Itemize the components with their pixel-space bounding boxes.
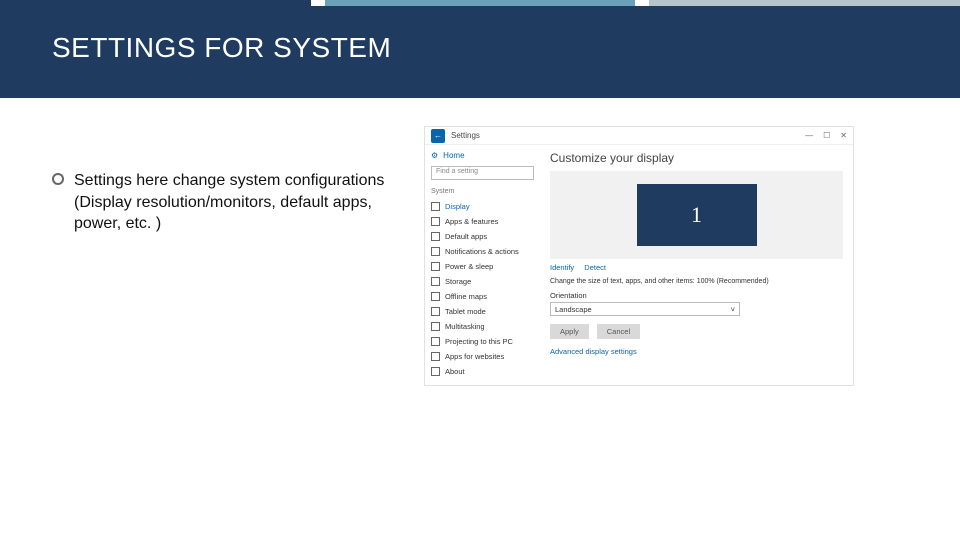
sidebar-category: System — [431, 188, 534, 195]
chevron-down-icon: ˅ — [731, 305, 735, 314]
sidebar-item-label: Apps for websites — [445, 352, 504, 361]
nav-icon — [431, 292, 440, 301]
sidebar-item-label: Display — [445, 202, 470, 211]
advanced-link[interactable]: Advanced display settings — [550, 347, 843, 356]
monitor-1[interactable]: 1 — [637, 184, 757, 246]
nav-icon — [431, 262, 440, 271]
content-pane: Customize your display 1 Identify Detect… — [540, 145, 853, 385]
sidebar-item-apps-features[interactable]: Apps & features — [431, 214, 534, 229]
sidebar-item-label: Default apps — [445, 232, 487, 241]
sidebar-item-label: Multitasking — [445, 322, 485, 331]
sidebar-item-notifications-actions[interactable]: Notifications & actions — [431, 244, 534, 259]
sidebar-home[interactable]: ⚙ Home — [431, 151, 534, 160]
bullet-main: Settings here change system configuratio… — [74, 170, 384, 192]
slide-text-block: Settings here change system configuratio… — [52, 126, 412, 386]
sidebar-item-projecting-to-this-pc[interactable]: Projecting to this PC — [431, 334, 534, 349]
nav-icon — [431, 322, 440, 331]
bullet-icon — [52, 173, 64, 185]
sidebar-item-tablet-mode[interactable]: Tablet mode — [431, 304, 534, 319]
orientation-value: Landscape — [555, 305, 592, 314]
sidebar-item-label: Apps & features — [445, 217, 498, 226]
sidebar-item-label: About — [445, 367, 465, 376]
sidebar-item-storage[interactable]: Storage — [431, 274, 534, 289]
nav-icon — [431, 367, 440, 376]
nav-icon — [431, 217, 440, 226]
display-preview: 1 — [550, 171, 843, 259]
detect-link[interactable]: Detect — [584, 263, 606, 272]
nav-icon — [431, 307, 440, 316]
scale-text: Change the size of text, apps, and other… — [550, 278, 843, 285]
nav-icon — [431, 337, 440, 346]
window-close-button[interactable]: ✕ — [840, 131, 847, 140]
content-heading: Customize your display — [550, 151, 843, 165]
sidebar-item-display[interactable]: Display — [431, 199, 534, 214]
orientation-select[interactable]: Landscape ˅ — [550, 302, 740, 316]
cancel-button[interactable]: Cancel — [597, 324, 640, 339]
sidebar-item-offline-maps[interactable]: Offline maps — [431, 289, 534, 304]
title-band: SETTINGS FOR SYSTEM — [0, 6, 960, 98]
nav-icon — [431, 232, 440, 241]
gear-icon: ⚙ — [431, 151, 438, 160]
orientation-label: Orientation — [550, 291, 843, 300]
sidebar-item-label: Power & sleep — [445, 262, 493, 271]
sidebar-item-label: Storage — [445, 277, 471, 286]
nav-icon — [431, 202, 440, 211]
settings-window: ← Settings — ☐ ✕ ⚙ Home Find a setting S… — [424, 126, 854, 386]
sidebar-item-label: Projecting to this PC — [445, 337, 513, 346]
nav-icon — [431, 352, 440, 361]
sidebar-item-apps-for-websites[interactable]: Apps for websites — [431, 349, 534, 364]
window-titlebar: ← Settings — ☐ ✕ — [425, 127, 853, 145]
window-title: Settings — [451, 131, 480, 140]
sidebar: ⚙ Home Find a setting System Display Apps… — [425, 145, 540, 385]
sidebar-item-multitasking[interactable]: Multitasking — [431, 319, 534, 334]
back-button[interactable]: ← — [431, 129, 445, 143]
accent-bar — [0, 0, 960, 6]
apply-button[interactable]: Apply — [550, 324, 589, 339]
sidebar-home-label: Home — [443, 151, 464, 160]
sidebar-item-about[interactable]: About — [431, 364, 534, 379]
sidebar-item-label: Offline maps — [445, 292, 487, 301]
search-input[interactable]: Find a setting — [431, 166, 534, 180]
nav-icon — [431, 247, 440, 256]
sidebar-item-default-apps[interactable]: Default apps — [431, 229, 534, 244]
window-minimize-button[interactable]: — — [805, 131, 813, 140]
slide-title: SETTINGS FOR SYSTEM — [52, 32, 960, 64]
window-maximize-button[interactable]: ☐ — [823, 131, 830, 140]
sidebar-item-power-sleep[interactable]: Power & sleep — [431, 259, 534, 274]
bullet-sub: (Display resolution/monitors, default ap… — [74, 192, 412, 235]
sidebar-item-label: Notifications & actions — [445, 247, 519, 256]
sidebar-item-label: Tablet mode — [445, 307, 486, 316]
nav-icon — [431, 277, 440, 286]
identify-link[interactable]: Identify — [550, 263, 574, 272]
